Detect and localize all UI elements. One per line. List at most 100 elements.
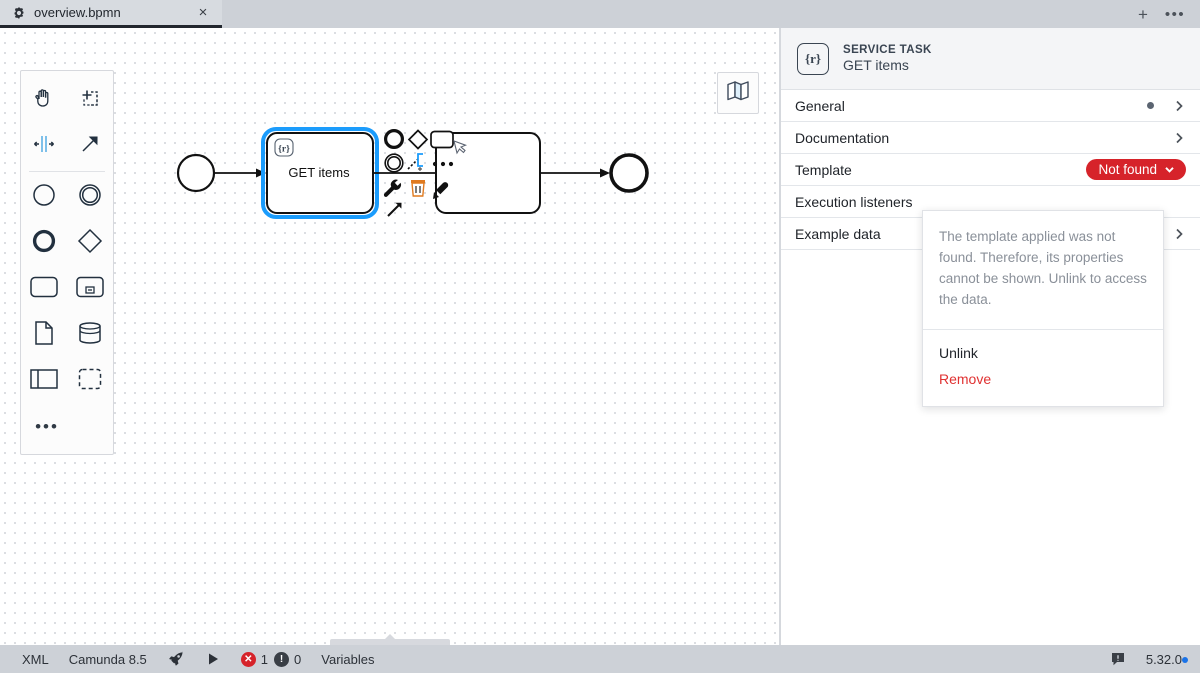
- minimap-toggle-button[interactable]: [717, 72, 759, 114]
- arrow-icon: [78, 132, 102, 161]
- update-available-dot: [1182, 656, 1188, 663]
- context-pad-append-end-event[interactable]: [384, 128, 405, 149]
- tab-overview-bpmn[interactable]: overview.bpmn ×: [0, 0, 222, 28]
- chevron-right-icon: [1172, 99, 1186, 113]
- bpmn-canvas[interactable]: ••• {r} GET items: [0, 28, 780, 645]
- template-dropdown-items: Unlink Remove: [923, 330, 1163, 406]
- context-pad-append-text-annotation[interactable]: [387, 202, 402, 217]
- status-bar: XML Camunda 8.5 ✕ 1 ! 0 Variables 5.32.0: [0, 645, 1200, 673]
- run-button[interactable]: [195, 645, 231, 673]
- palette-create-group[interactable]: [67, 358, 113, 404]
- bpmn-palette: •••: [20, 70, 114, 455]
- remove-menu-item[interactable]: Remove: [923, 366, 1163, 392]
- bottom-panel-bar[interactable]: [329, 634, 450, 645]
- properties-header: {r} SERVICE TASK GET items: [781, 28, 1200, 90]
- map-icon: [726, 80, 750, 107]
- start-event-icon: [31, 182, 57, 213]
- tab-title: overview.bpmn: [34, 5, 121, 20]
- warning-count-value: 0: [294, 651, 302, 667]
- main-body: ••• {r} GET items {r} SERVICE TASK GET i…: [0, 28, 1200, 645]
- diagram-start-event[interactable]: [176, 153, 216, 193]
- palette-hand-tool[interactable]: [21, 77, 67, 123]
- context-pad-append-intermediate-event[interactable]: [384, 153, 404, 173]
- element-name-label: GET items: [843, 57, 909, 73]
- property-group-label: Documentation: [795, 129, 890, 146]
- palette-create-end-event[interactable]: [21, 220, 67, 266]
- property-group-label: Template: [795, 161, 852, 178]
- context-pad-more-options[interactable]: [432, 161, 454, 167]
- palette-create-data-object[interactable]: [21, 312, 67, 358]
- error-icon: ✕: [240, 651, 256, 667]
- palette-create-participant[interactable]: [21, 358, 67, 404]
- unlink-menu-item[interactable]: Unlink: [923, 340, 1163, 366]
- property-group-documentation[interactable]: Documentation: [781, 122, 1200, 154]
- play-icon: [205, 651, 221, 667]
- palette-space-tool[interactable]: [21, 123, 67, 169]
- new-tab-button[interactable]: +: [1130, 1, 1156, 27]
- palette-create-subprocess[interactable]: [67, 266, 113, 312]
- close-icon[interactable]: ×: [194, 4, 212, 22]
- version-label: 5.32.0: [1145, 651, 1182, 667]
- palette-connect-tool[interactable]: [67, 123, 113, 169]
- gateway-icon: [76, 227, 104, 260]
- context-pad-append-task[interactable]: [430, 130, 454, 149]
- palette-more-button[interactable]: •••: [21, 404, 67, 450]
- intermediate-event-icon: [77, 182, 103, 213]
- engine-version-button[interactable]: Camunda 8.5: [59, 645, 157, 673]
- warning-count[interactable]: ! 0: [274, 651, 302, 667]
- task-icon: [29, 275, 59, 304]
- chevron-up-icon: [381, 634, 398, 642]
- feedback-icon: [1110, 651, 1126, 667]
- palette-create-data-store[interactable]: [67, 312, 113, 358]
- properties-header-text: SERVICE TASK GET items: [843, 44, 932, 73]
- problem-counts[interactable]: ✕ 1 ! 0: [231, 651, 311, 667]
- tab-bar: overview.bpmn × + •••: [0, 0, 1200, 28]
- chevron-right-icon: [1172, 227, 1186, 241]
- property-group-label: General: [795, 97, 845, 114]
- chevron-right-icon: [1172, 131, 1186, 145]
- property-group-label: Execution listeners: [795, 193, 913, 210]
- hand-icon: [32, 86, 56, 115]
- error-count[interactable]: ✕ 1: [240, 651, 269, 667]
- app-window: overview.bpmn × + ••• ••• {r} GET items …: [0, 0, 1200, 673]
- more-options-button[interactable]: •••: [1162, 1, 1188, 27]
- version-button[interactable]: 5.32.0: [1136, 652, 1188, 667]
- error-count-value: 1: [260, 651, 269, 667]
- property-group-general[interactable]: General: [781, 90, 1200, 122]
- service-task-template-icon: {r}: [797, 42, 829, 75]
- template-dropdown-menu: The template applied was not found. Ther…: [922, 210, 1164, 407]
- element-type-label: SERVICE TASK: [843, 44, 932, 56]
- feedback-button[interactable]: [1100, 645, 1136, 673]
- variables-button[interactable]: Variables: [311, 645, 384, 673]
- context-pad-delete[interactable]: [411, 180, 425, 197]
- subprocess-icon: [75, 275, 105, 304]
- service-task-label: GET items: [288, 165, 350, 180]
- participant-icon: [29, 368, 59, 395]
- rocket-icon: [167, 650, 185, 668]
- badge-label: Not found: [1098, 162, 1157, 177]
- xml-view-button[interactable]: XML: [12, 645, 59, 673]
- bpmn-diagram: {r}: [176, 127, 649, 219]
- diagram-sequence-flow-3[interactable]: [540, 168, 610, 178]
- lasso-icon: [78, 86, 102, 115]
- palette-create-start-event[interactable]: [21, 174, 67, 220]
- end-event-icon: [31, 228, 57, 259]
- deploy-button[interactable]: [157, 645, 195, 673]
- palette-create-intermediate-event[interactable]: [67, 174, 113, 220]
- data-object-icon: [33, 320, 55, 351]
- tabbar-actions: + •••: [1130, 0, 1200, 28]
- context-pad-connect[interactable]: [407, 153, 423, 171]
- template-not-found-message: The template applied was not found. Ther…: [923, 211, 1163, 330]
- template-not-found-badge[interactable]: Not found: [1086, 159, 1186, 180]
- palette-lasso-tool[interactable]: [67, 77, 113, 123]
- context-pad-append-gateway[interactable]: [407, 129, 429, 150]
- context-pad-change-type[interactable]: [383, 179, 402, 197]
- bottom-panel-handle[interactable]: [0, 634, 779, 645]
- chevron-down-icon: [1163, 163, 1176, 176]
- palette-create-gateway[interactable]: [67, 220, 113, 266]
- diagram-sequence-flow-1[interactable]: [214, 168, 266, 178]
- gear-icon: [12, 6, 26, 20]
- diagram-end-event[interactable]: [609, 153, 649, 193]
- palette-create-task[interactable]: [21, 266, 67, 312]
- property-group-template[interactable]: Template Not found: [781, 154, 1200, 186]
